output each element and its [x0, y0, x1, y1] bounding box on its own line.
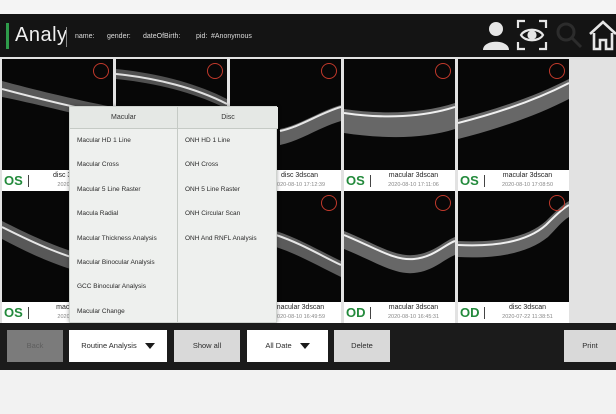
scan-caption: OD disc 3dscan 2020-07-22 11:38:51	[458, 302, 569, 324]
header-separator	[66, 27, 67, 47]
menu-item-macular-change[interactable]: Macular Change	[70, 300, 177, 324]
scan-type-label: macular 3dscan	[388, 172, 439, 179]
menu-item-macular-5-line-raster[interactable]: Macular 5 Line Raster	[70, 178, 177, 202]
caption-separator	[28, 175, 29, 187]
marker-circle	[435, 63, 451, 79]
date-filter-dropdown[interactable]: All Date	[247, 330, 328, 362]
marker-circle	[321, 195, 337, 211]
scan-caption: OD macular 3dscan 2020-08-10 16:45:31	[344, 302, 455, 324]
menu-item-gcc-binocular-analysis[interactable]: GCC Binocular Analysis	[70, 275, 177, 299]
menu-item-onh-cross[interactable]: ONH Cross	[178, 153, 278, 177]
disc-column: Disc ONH HD 1 Line ONH Cross ONH 5 Line …	[178, 107, 278, 322]
caption-separator	[484, 307, 485, 319]
scan-tile[interactable]: OS macular 3dscan 2020-08-10 17:08:50	[458, 59, 569, 192]
scan-tile[interactable]: OS macular 3dscan 2020-08-10 17:11:06	[344, 59, 455, 192]
eye-label: OD	[460, 305, 480, 320]
scan-date-label: 2020-08-10 16:45:31	[387, 314, 440, 320]
header-accent-bar	[6, 23, 9, 49]
patient-gender-label: gender:	[107, 33, 131, 40]
eye-label: OS	[4, 305, 23, 320]
marker-circle	[207, 63, 223, 79]
eye-label: OS	[346, 173, 365, 188]
patient-name-label: name:	[75, 33, 95, 40]
scan-date-label: 2020-08-10 17:11:06	[388, 182, 439, 188]
caption-separator	[370, 175, 371, 187]
marker-circle	[549, 63, 565, 79]
app-title: Analy	[15, 24, 68, 46]
eye-label: OS	[4, 173, 23, 188]
menu-item-onh-5-line-raster[interactable]: ONH 5 Line Raster	[178, 178, 278, 202]
show-all-button[interactable]: Show all	[174, 330, 240, 362]
menu-item-onh-and-rnfl-analysis[interactable]: ONH And RNFL Analysis	[178, 227, 278, 251]
scan-type-label: disc 3dscan	[509, 304, 546, 311]
search-icon[interactable]	[554, 19, 584, 56]
caption-separator	[484, 175, 485, 187]
analysis-type-label: Routine Analysis	[81, 341, 137, 350]
menu-item-macula-radial[interactable]: Macula Radial	[70, 202, 177, 226]
analysis-dropdown-menu: Macular Macular HD 1 Line Macular Cross …	[69, 106, 278, 323]
caption-separator	[28, 307, 29, 319]
caption-separator	[370, 307, 371, 319]
marker-circle	[93, 63, 109, 79]
scan-type-label: macular 3dscan	[502, 172, 553, 179]
menu-item-macular-hd-1-line[interactable]: Macular HD 1 Line	[70, 129, 177, 153]
scan-tile[interactable]: OD macular 3dscan 2020-08-10 16:45:31	[344, 191, 455, 324]
bottom-toolbar: Back Routine Analysis Show all All Date …	[0, 323, 616, 370]
top-band	[0, 0, 616, 14]
scan-caption: OS macular 3dscan 2020-08-10 17:11:06	[344, 170, 455, 192]
patient-pid-value: #Anonymous	[211, 33, 252, 40]
back-button[interactable]: Back	[7, 330, 63, 362]
bottom-band	[0, 370, 616, 414]
macular-header: Macular	[70, 107, 177, 129]
scan-date-label: 2020-07-22 11:38:51	[502, 314, 553, 320]
chevron-down-icon	[299, 343, 310, 350]
eye-scan-icon[interactable]	[516, 19, 548, 56]
scan-caption: OS macular 3dscan 2020-08-10 17:08:50	[458, 170, 569, 192]
scan-tile[interactable]: OD disc 3dscan 2020-07-22 11:38:51	[458, 191, 569, 324]
eye-label: OD	[346, 305, 366, 320]
date-filter-label: All Date	[265, 341, 292, 350]
analysis-type-dropdown[interactable]: Routine Analysis	[69, 330, 167, 362]
menu-item-macular-cross[interactable]: Macular Cross	[70, 153, 177, 177]
chevron-down-icon	[144, 343, 155, 350]
app-header: Analy name: gender: dateOfBirth: pid: #A…	[0, 14, 616, 57]
menu-item-onh-hd-1-line[interactable]: ONH HD 1 Line	[178, 129, 278, 153]
disc-header: Disc	[178, 107, 278, 129]
marker-circle	[435, 195, 451, 211]
delete-button[interactable]: Delete	[334, 330, 390, 362]
menu-item-macular-binocular-analysis[interactable]: Macular Binocular Analysis	[70, 251, 177, 275]
menu-item-macular-thickness-analysis[interactable]: Macular Thickness Analysis	[70, 227, 177, 251]
patient-dob-label: dateOfBirth:	[143, 33, 181, 40]
marker-circle	[321, 63, 337, 79]
user-icon[interactable]	[480, 19, 512, 56]
print-button[interactable]: Print	[564, 330, 616, 362]
scan-type-label: macular 3dscan	[388, 304, 439, 311]
menu-item-onh-circular-scan[interactable]: ONH Circular Scan	[178, 202, 278, 226]
marker-circle	[549, 195, 565, 211]
home-icon[interactable]	[588, 19, 616, 56]
patient-pid-label: pid:	[196, 33, 208, 40]
scan-date-label: 2020-08-10 17:08:50	[501, 182, 554, 188]
eye-label: OS	[460, 173, 479, 188]
macular-column: Macular Macular HD 1 Line Macular Cross …	[70, 107, 178, 322]
